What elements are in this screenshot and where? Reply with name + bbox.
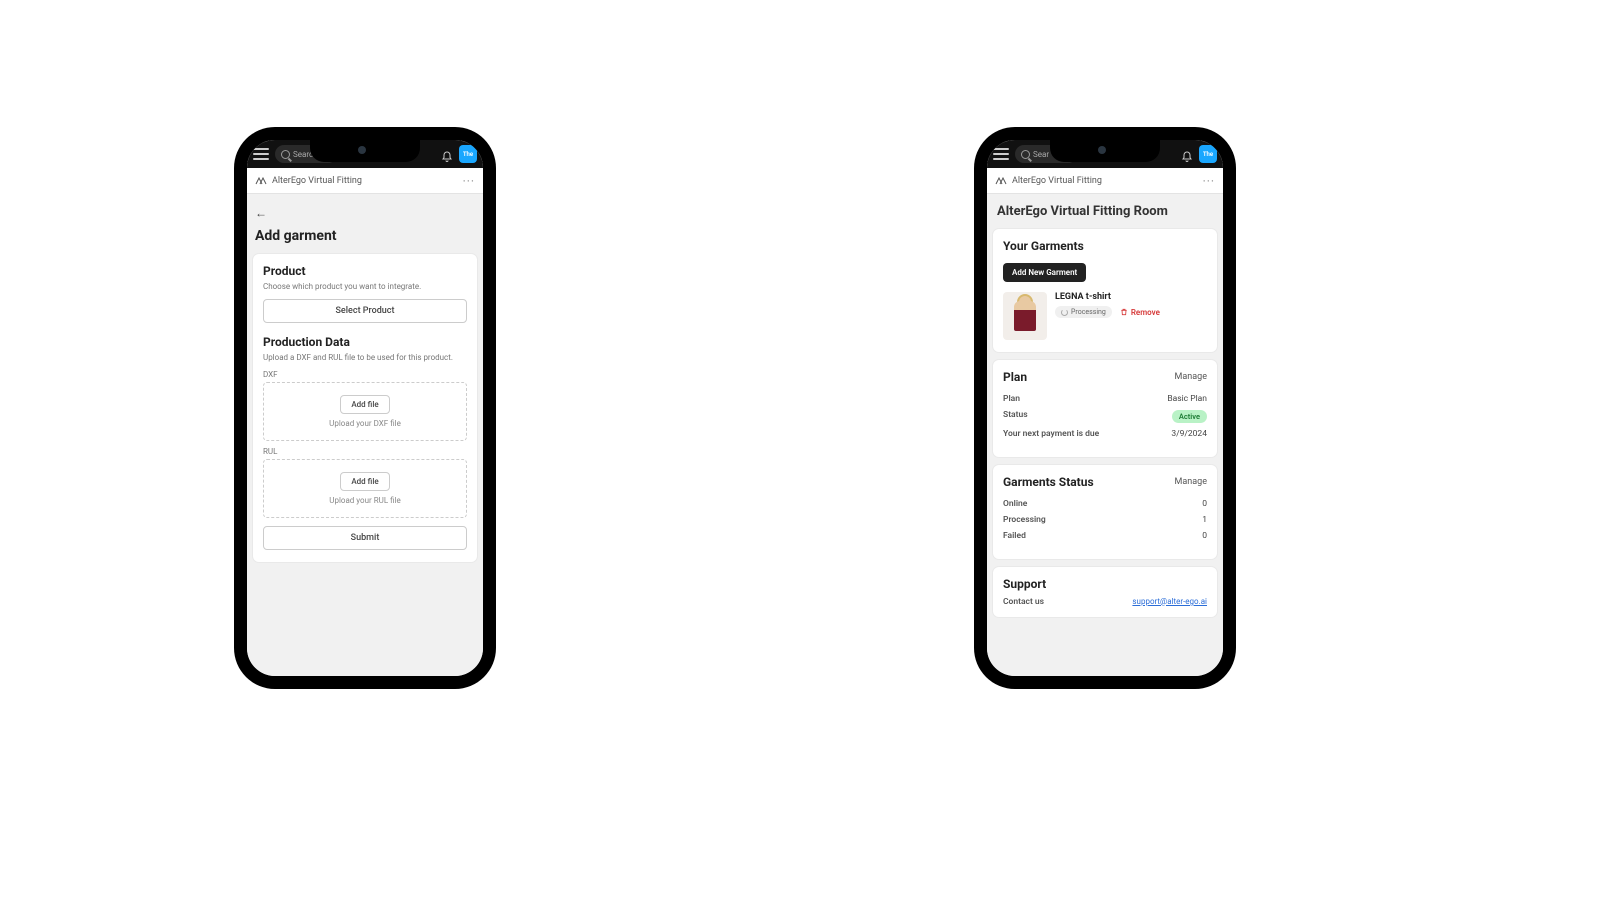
failed-value: 0 xyxy=(1202,531,1207,541)
section-title-production: Production Data xyxy=(263,335,467,349)
rul-dropzone[interactable]: Add file Upload your RUL file xyxy=(263,459,467,518)
section-desc-production: Upload a DXF and RUL file to be used for… xyxy=(263,353,467,362)
add-new-garment-button[interactable]: Add New Garment xyxy=(1003,263,1086,282)
overflow-icon[interactable]: ··· xyxy=(1203,174,1215,188)
app-name: AlterEgo Virtual Fitting xyxy=(1012,176,1198,186)
avatar[interactable]: The xyxy=(459,145,477,163)
manage-gstatus-link[interactable]: Manage xyxy=(1175,477,1207,487)
remove-button[interactable]: Remove xyxy=(1120,308,1160,317)
add-file-button-dxf[interactable]: Add file xyxy=(340,395,389,414)
rul-label: RUL xyxy=(263,447,467,456)
page-title: AlterEgo Virtual Fitting Room xyxy=(993,202,1217,229)
garment-row: LEGNA t-shirt Processing Remove xyxy=(1003,292,1207,340)
phone-right: Sear The AlterEgo Virtual Fitting ··· Al… xyxy=(975,128,1235,688)
card-add-garment: Product Choose which product you want to… xyxy=(253,254,477,562)
app-name: AlterEgo Virtual Fitting xyxy=(272,176,458,186)
status-badge: Processing xyxy=(1055,306,1112,318)
appbar: AlterEgo Virtual Fitting ··· xyxy=(247,168,483,194)
page-title: Add garment xyxy=(253,226,477,254)
back-icon[interactable]: ← xyxy=(255,206,267,220)
bell-icon[interactable] xyxy=(1181,148,1193,160)
brand-icon xyxy=(255,177,267,185)
notch xyxy=(310,140,420,162)
contact-key: Contact us xyxy=(1003,597,1044,607)
overflow-icon[interactable]: ··· xyxy=(463,174,475,188)
search-icon xyxy=(1021,150,1030,159)
add-file-button-rul[interactable]: Add file xyxy=(340,472,389,491)
support-email-link[interactable]: support@alter-ego.ai xyxy=(1132,597,1207,607)
processing-value: 1 xyxy=(1202,515,1207,525)
search-icon xyxy=(281,150,290,159)
section-title-garments: Your Garments xyxy=(1003,239,1207,253)
garment-name: LEGNA t-shirt xyxy=(1055,292,1207,302)
manage-plan-link[interactable]: Manage xyxy=(1175,372,1207,382)
notch xyxy=(1050,140,1160,162)
bell-icon[interactable] xyxy=(441,148,453,160)
spinner-icon xyxy=(1061,309,1068,316)
plan-value: Basic Plan xyxy=(1167,394,1207,404)
status-text: Processing xyxy=(1071,308,1106,316)
select-product-button[interactable]: Select Product xyxy=(263,299,467,323)
dxf-dropzone[interactable]: Add file Upload your DXF file xyxy=(263,382,467,441)
screen-left: ← Add garment Product Choose which produ… xyxy=(247,194,483,676)
appbar: AlterEgo Virtual Fitting ··· xyxy=(987,168,1223,194)
search-placeholder: Sear xyxy=(1033,150,1049,159)
card-garments: Your Garments Add New Garment LEGNA t-sh… xyxy=(993,229,1217,352)
section-title-support: Support xyxy=(1003,577,1207,591)
section-title-gstatus: Garments Status xyxy=(1003,475,1094,489)
menu-icon[interactable] xyxy=(253,148,269,160)
brand-icon xyxy=(995,177,1007,185)
plan-key: Plan xyxy=(1003,394,1020,404)
dxf-hint: Upload your DXF file xyxy=(270,419,460,428)
section-title-product: Product xyxy=(263,264,467,278)
avatar[interactable]: The xyxy=(1199,145,1217,163)
garment-thumbnail[interactable] xyxy=(1003,292,1047,340)
section-title-plan: Plan xyxy=(1003,370,1027,384)
phone-left: Searc The AlterEgo Virtual Fitting ··· ←… xyxy=(235,128,495,688)
card-support: Support Contact us support@alter-ego.ai xyxy=(993,567,1217,617)
due-value: 3/9/2024 xyxy=(1171,429,1207,439)
due-key: Your next payment is due xyxy=(1003,429,1099,439)
status-badge-active: Active xyxy=(1172,410,1207,423)
online-value: 0 xyxy=(1202,499,1207,509)
failed-key: Failed xyxy=(1003,531,1026,541)
rul-hint: Upload your RUL file xyxy=(270,496,460,505)
dxf-label: DXF xyxy=(263,370,467,379)
screen-right: AlterEgo Virtual Fitting Room Your Garme… xyxy=(987,194,1223,676)
status-key: Status xyxy=(1003,410,1028,423)
card-garments-status: Garments Status Manage Online 0 Processin… xyxy=(993,465,1217,559)
online-key: Online xyxy=(1003,499,1027,509)
processing-key: Processing xyxy=(1003,515,1046,525)
submit-button[interactable]: Submit xyxy=(263,526,467,550)
trash-icon xyxy=(1120,308,1128,316)
menu-icon[interactable] xyxy=(993,148,1009,160)
section-desc-product: Choose which product you want to integra… xyxy=(263,282,467,291)
card-plan: Plan Manage PlanBasic Plan StatusActive … xyxy=(993,360,1217,457)
